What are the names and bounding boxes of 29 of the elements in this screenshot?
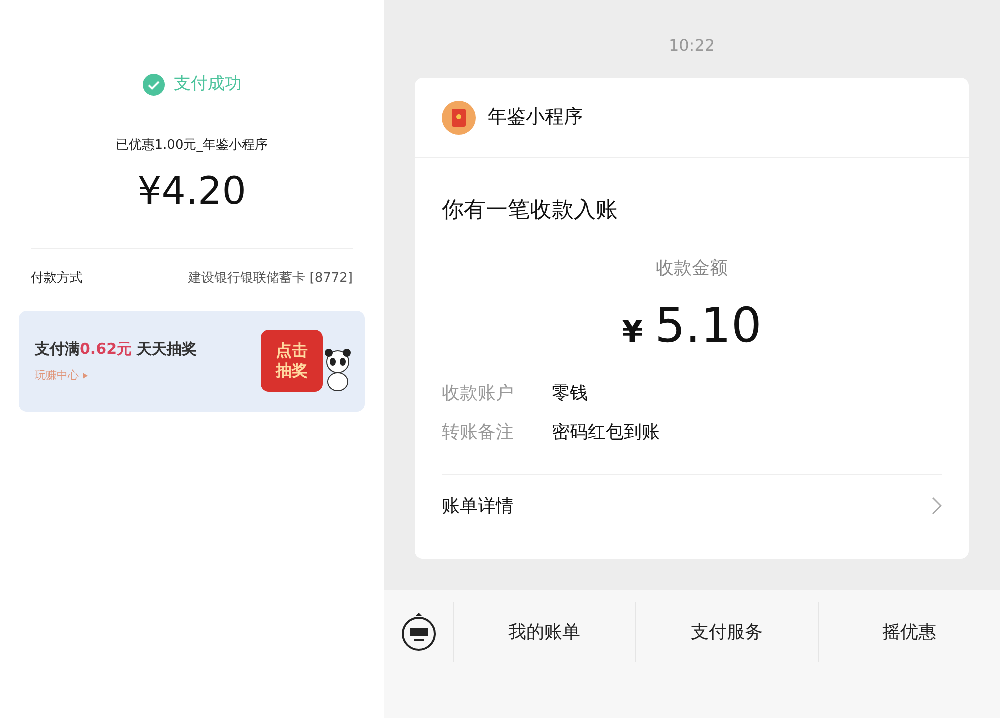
method-value: 建设银行银联储蓄卡 [8772] <box>188 270 353 288</box>
menu-item[interactable]: 支付服务 <box>690 618 763 646</box>
currency-sign: ¥ <box>622 314 643 352</box>
details-link[interactable]: 账单详情 <box>442 492 514 520</box>
chat-time: 10:22 <box>668 35 716 57</box>
paid-amount: ¥4.20 <box>138 168 246 215</box>
menu-item[interactable]: 摇优惠 <box>882 618 936 646</box>
promo-card[interactable]: 支付满0.62元 天天抽奖 玩赚中心 点击抽奖 <box>19 310 365 412</box>
promo-text: 支付满0.62元 天天抽奖 <box>35 338 198 360</box>
keyboard-icon[interactable] <box>400 613 436 651</box>
message-card[interactable]: 年鉴小程序 你有一笔收款入账 收款金额 ¥ 5.10 收款账户 零钱 转账备注 密码红包到账 账单详情 <box>415 78 969 559</box>
field-value: 密码红包到账 <box>552 421 660 445</box>
check-circle-icon <box>142 72 166 97</box>
sender-name: 年鉴小程序 <box>488 105 583 130</box>
discount-note: 已优惠1.00元_年鉴小程序 <box>116 136 268 154</box>
received-amount: 5.10 <box>655 297 762 356</box>
amount-label: 收款金额 <box>656 257 728 281</box>
field-value: 零钱 <box>552 382 588 406</box>
method-label: 付款方式 <box>31 270 83 288</box>
triangle-right-icon <box>83 373 88 380</box>
draw-button[interactable]: 点击抽奖 <box>261 330 323 392</box>
field-label: 转账备注 <box>442 421 514 445</box>
chevron-right-icon <box>932 497 942 515</box>
panda-drawing <box>323 348 353 392</box>
status-text: 支付成功 <box>174 73 242 96</box>
envelope-icon <box>442 100 476 134</box>
message-title: 你有一笔收款入账 <box>441 197 619 225</box>
field-label: 收款账户 <box>442 382 514 406</box>
menu-item[interactable]: 我的账单 <box>508 618 581 646</box>
